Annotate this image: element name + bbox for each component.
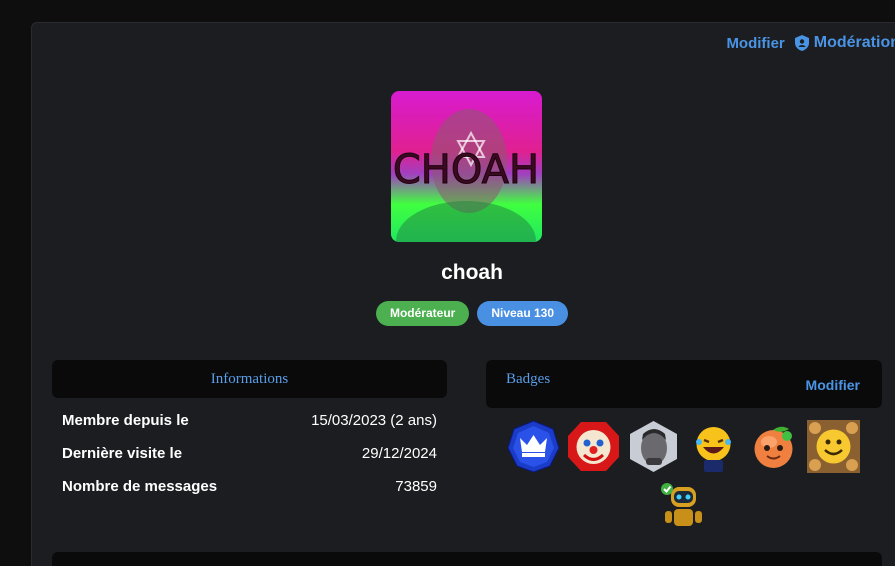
moderator-badge: Modérateur <box>375 301 470 326</box>
next-panel-header <box>52 552 882 566</box>
moderation-label: Modération <box>813 34 895 51</box>
info-label: Dernière visite le <box>62 445 183 462</box>
smiley-crowd-badge-icon[interactable] <box>806 420 860 473</box>
badges-panel-header: Badges Modifier <box>486 360 882 408</box>
avatar: CHOAH <box>391 91 542 242</box>
info-value: 73859 <box>395 478 437 495</box>
peach-badge-icon[interactable] <box>747 420 800 473</box>
laughing-emoji-badge-icon[interactable] <box>687 420 740 473</box>
badges-grid <box>503 420 863 532</box>
info-label: Membre depuis le <box>62 412 189 429</box>
edit-badges-link[interactable]: Modifier <box>806 377 860 393</box>
badges-title: Badges <box>506 371 551 387</box>
info-value: 29/12/2024 <box>361 445 437 462</box>
info-value: 15/03/2023 (2 ans) <box>311 412 437 429</box>
info-row: Nombre de messages 73859 <box>62 478 437 511</box>
level-badge: Niveau 130 <box>477 301 569 326</box>
info-title: Informations <box>210 370 289 387</box>
shield-icon <box>794 35 809 51</box>
chad-face-badge-icon[interactable] <box>627 420 680 473</box>
profile-card: Modifier Modération CHOAH choah Modérate… <box>31 22 895 566</box>
info-row: Membre depuis le 15/03/2023 (2 ans) <box>62 412 437 445</box>
edit-profile-link[interactable]: Modifier <box>726 35 784 52</box>
crown-badge-icon[interactable] <box>506 420 560 473</box>
moderation-link[interactable]: Modération <box>794 34 895 52</box>
role-pills: Modérateur Niveau 130 <box>32 301 895 326</box>
clown-badge-icon[interactable] <box>567 420 620 473</box>
info-panel-header: Informations <box>52 360 447 398</box>
robot-badge-icon[interactable] <box>657 479 710 532</box>
svg-text:CHOAH: CHOAH <box>393 147 539 193</box>
username: choah <box>441 261 503 284</box>
info-row: Dernière visite le 29/12/2024 <box>62 445 437 478</box>
info-list: Membre depuis le 15/03/2023 (2 ans) Dern… <box>62 412 437 511</box>
info-label: Nombre de messages <box>62 478 218 495</box>
top-actions: Modifier Modération <box>726 34 895 52</box>
